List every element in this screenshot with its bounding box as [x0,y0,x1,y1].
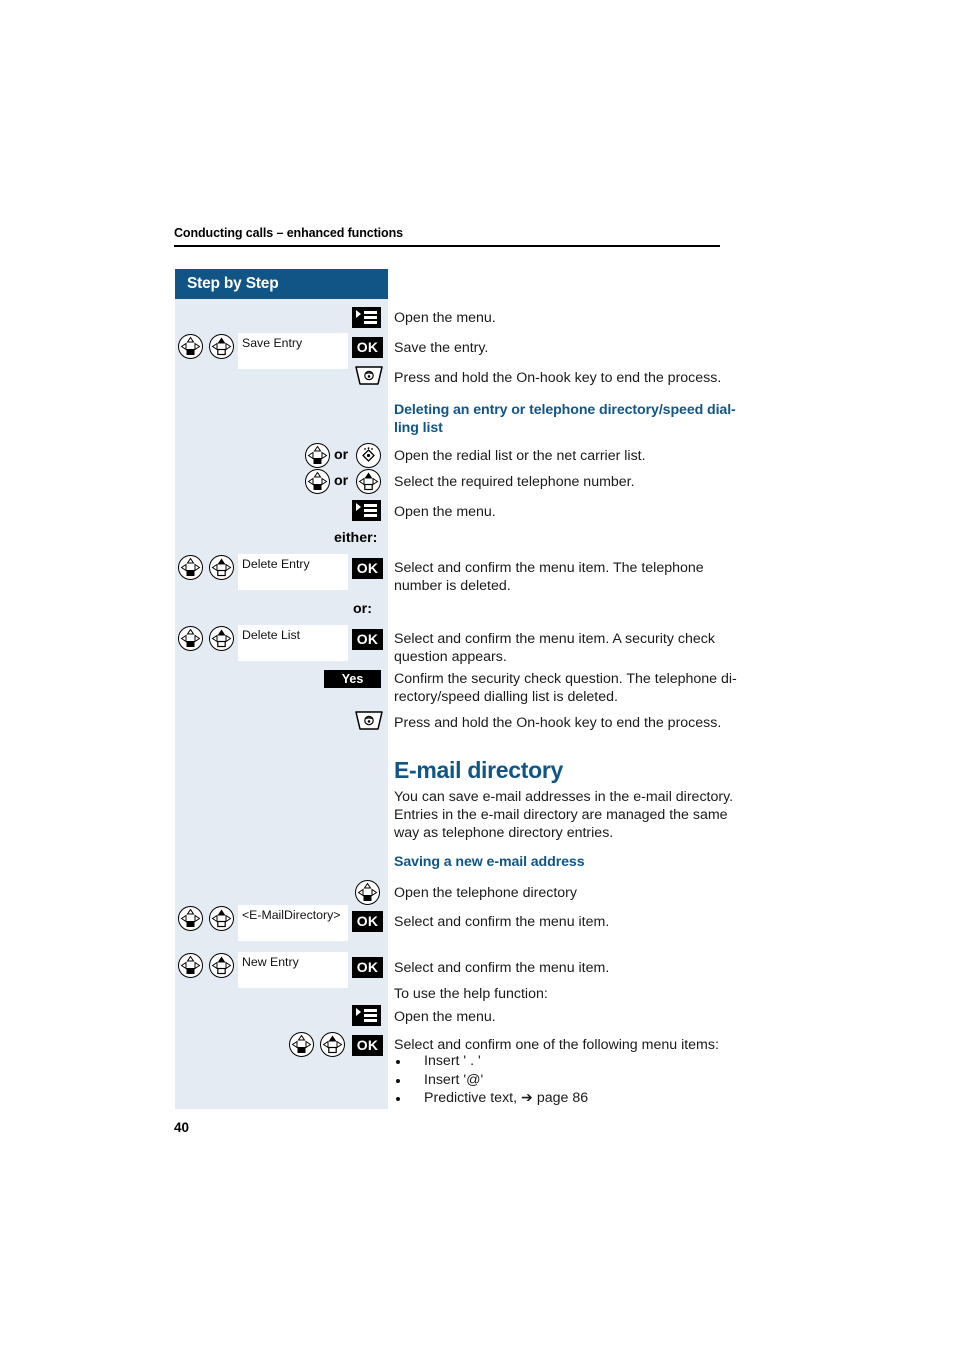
display-field-new-entry: New Entry [238,952,348,988]
step-text-delete-list-l1: Select and confirm the menu item. A secu… [394,631,715,647]
list-item[interactable]: Insert '@' [394,1072,750,1091]
navigator-key-down-icon-3[interactable] [305,469,330,494]
menu-line-2b [364,509,377,512]
menu-line-1 [364,311,377,314]
step-text-end-process-1: Press and hold the On-hook key to end th… [394,370,722,386]
email-body-line-3: way as telephone directory entries. [394,825,614,841]
list-item-label: Insert ' . ' [424,1053,481,1069]
display-field-email-directory: <E-MailDirectory> [238,905,348,941]
step-by-step-header: Step by Step [175,269,388,299]
navigator-key-up-icon-7[interactable] [320,1032,345,1057]
display-text-new-entry: New Entry [242,955,299,969]
or-word-2: or [334,473,349,489]
email-body-line-1: You can save e-mail addresses in the e-m… [394,789,734,805]
step-text-open-menu-2: Open the menu. [394,504,496,520]
ok-key-new-entry[interactable]: OK [352,957,383,978]
or-word-1: or [334,447,349,463]
navigator-key-up-icon-2[interactable] [356,469,381,494]
ok-key-delete-entry[interactable]: OK [352,558,383,579]
menu-key-icon[interactable] [352,307,381,328]
navigator-key-down-icon-7[interactable] [178,906,203,931]
display-field-delete-entry: Delete Entry [238,554,348,590]
list-item[interactable]: Predictive text, ➔ page 86 [394,1090,750,1109]
menu-line-2 [364,316,377,319]
yes-softkey[interactable]: Yes [324,670,381,688]
either-label: either: [334,530,378,546]
page-number: 40 [174,1120,190,1135]
bullet-dot-icon [396,1078,400,1083]
navigator-key-down-icon-2[interactable] [305,443,330,468]
step-text-open-redial-list: Open the redial list or the net carrier … [394,448,646,464]
menu-arrow-glyph-2 [356,503,361,511]
ok-key-delete-list[interactable]: OK [352,629,383,650]
list-item-label: Insert '@' [424,1071,484,1088]
step-by-step-title: Step by Step [187,275,279,292]
ok-key-save-entry[interactable]: OK [352,337,383,358]
menu-arrow-glyph-3 [356,1008,361,1016]
redial-key-icon[interactable] [356,443,381,468]
ok-key-email-directory[interactable]: OK [352,911,383,932]
display-field-save-entry: Save Entry [238,333,348,369]
step-text-end-process-2: Press and hold the On-hook key to end th… [394,715,722,731]
navigator-key-down-icon-5[interactable] [178,626,203,651]
navigator-key-up-icon[interactable] [209,334,234,359]
list-item[interactable]: Insert ' . ' [394,1053,750,1072]
step-text-open-directory: Open the telephone directory [394,885,577,901]
on-hook-key-icon-2[interactable] [354,710,384,734]
step-text-yes-l1: Confirm the security check question. The… [394,671,737,687]
menu-line-3b [364,514,377,517]
step-text-save-entry: Save the entry. [394,340,489,356]
ok-key-help-menu[interactable]: OK [352,1035,383,1056]
bullet-dot-icon [396,1060,400,1064]
step-text-delete-list-l2: question appears. [394,649,507,665]
navigator-key-down-icon-4[interactable] [178,555,203,580]
help-menu-bullet-list: Insert ' . ' Insert '@' Predictive text,… [394,1053,750,1109]
menu-arrow-glyph [356,310,361,318]
page-title-email-directory: E-mail directory [394,757,564,783]
navigator-key-up-icon-4[interactable] [209,626,234,651]
menu-key-icon-3[interactable] [352,1005,381,1026]
menu-line-2c [364,1014,377,1017]
navigator-key-up-icon-3[interactable] [209,555,234,580]
manual-page: Conducting calls – enhanced functions St… [0,0,954,1351]
navigator-key-up-icon-5[interactable] [209,906,234,931]
menu-line-3c [364,1019,377,1022]
section-heading-saving-email: Saving a new e-mail address [394,854,585,870]
display-text-delete-entry: Delete Entry [242,557,310,571]
menu-key-icon-2[interactable] [352,500,381,521]
menu-line-3 [364,321,377,324]
running-header: Conducting calls – enhanced functions [174,226,403,240]
menu-line-1b [364,504,377,507]
step-text-open-menu-1: Open the menu. [394,310,496,326]
section-heading-deleting-line2: ling list [394,420,443,436]
step-text-open-menu-3: Open the menu. [394,1009,496,1025]
or-label: or: [353,601,372,617]
list-item-label: Predictive text, ➔ page 86 [424,1090,589,1106]
navigator-key-down-icon-8[interactable] [178,953,203,978]
navigator-key-up-icon-6[interactable] [209,953,234,978]
step-text-select-confirm-list: Select and confirm one of the following … [394,1037,719,1053]
navigator-key-down-icon[interactable] [178,334,203,359]
navigator-key-down-icon-9[interactable] [289,1032,314,1057]
on-hook-key-icon[interactable] [354,365,384,389]
header-rule [174,245,720,247]
step-text-select-confirm-1: Select and confirm the menu item. [394,914,610,930]
section-heading-deleting-line1: Deleting an entry or telephone directory… [394,402,736,418]
step-text-delete-entry-l2: number is deleted. [394,578,511,594]
step-text-select-number: Select the required telephone number. [394,474,635,490]
navigator-key-down-icon-6[interactable] [355,880,380,905]
help-function-text: To use the help function: [394,986,548,1002]
email-body-line-2: Entries in the e-mail directory are mana… [394,807,728,823]
step-text-select-confirm-2: Select and confirm the menu item. [394,960,610,976]
display-text-delete-list: Delete List [242,628,301,642]
step-text-yes-l2: rectory/speed dialling list is deleted. [394,689,618,705]
bullet-dot-icon [396,1097,400,1101]
display-text-save-entry: Save Entry [242,336,303,350]
menu-line-1c [364,1009,377,1012]
display-text-email-directory: <E-MailDirectory> [242,908,341,922]
step-text-delete-entry-l1: Select and confirm the menu item. The te… [394,560,704,576]
display-field-delete-list: Delete List [238,625,348,661]
